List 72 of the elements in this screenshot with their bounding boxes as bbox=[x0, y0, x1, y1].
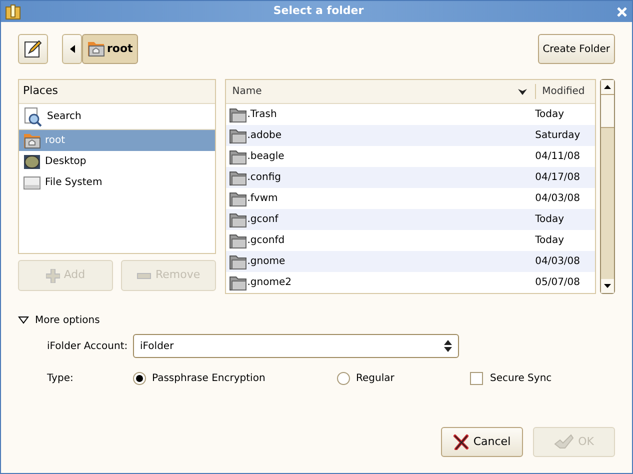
drive-icon bbox=[23, 174, 41, 190]
expander-icon[interactable] bbox=[18, 316, 29, 324]
cross-icon bbox=[453, 434, 470, 450]
modified-date: Today bbox=[535, 213, 566, 227]
radio-button[interactable] bbox=[133, 372, 146, 384]
check-icon bbox=[554, 434, 574, 450]
modified-date: 04/17/08 bbox=[535, 171, 582, 185]
sort-arrow-icon[interactable] bbox=[518, 88, 528, 94]
checkbox-label[interactable]: Secure Sync bbox=[490, 370, 552, 386]
home-folder-icon bbox=[23, 132, 41, 148]
file-name: .beagle bbox=[247, 150, 286, 164]
folder-icon bbox=[229, 148, 248, 164]
back-button[interactable] bbox=[62, 34, 82, 64]
file-row[interactable]: .config 04/17/08 bbox=[226, 167, 596, 188]
down-arrow-icon[interactable] bbox=[604, 284, 612, 288]
window-title: Select a folder bbox=[272, 3, 365, 20]
file-name: .gnome2 bbox=[247, 276, 292, 290]
pencil-note-icon bbox=[24, 40, 42, 58]
folder-icon bbox=[229, 170, 248, 186]
account-label: iFolder Account: bbox=[47, 340, 129, 354]
file-name: .Trash bbox=[247, 108, 278, 122]
up-down-arrows-icon bbox=[444, 340, 452, 352]
place-item[interactable]: Desktop bbox=[19, 151, 216, 172]
modified-date: 04/03/08 bbox=[535, 192, 582, 206]
edit-button[interactable] bbox=[18, 34, 48, 64]
folder-icon bbox=[229, 190, 248, 206]
radio-label[interactable]: Regular bbox=[356, 370, 394, 386]
plus-icon bbox=[46, 268, 60, 282]
home-folder-icon bbox=[87, 41, 105, 57]
folder-icon bbox=[229, 254, 248, 270]
file-name: .gnome bbox=[247, 255, 286, 269]
modified-date: Today bbox=[535, 234, 566, 248]
account-dropdown[interactable]: iFolder bbox=[133, 334, 459, 358]
create-folder-button[interactable]: Create Folder bbox=[538, 34, 615, 64]
column-header[interactable]: Modified bbox=[535, 84, 596, 99]
up-arrow-icon[interactable] bbox=[604, 85, 612, 89]
column-header[interactable]: Name bbox=[226, 84, 518, 99]
left-arrow-icon bbox=[70, 45, 74, 53]
modified-date: 04/03/08 bbox=[535, 255, 582, 269]
modified-date: 04/11/08 bbox=[535, 150, 582, 164]
file-name: .fvwm bbox=[247, 192, 279, 206]
path-button[interactable]: root bbox=[82, 34, 138, 64]
places-header: Places bbox=[19, 80, 216, 104]
desktop-icon bbox=[23, 154, 41, 170]
close-icon[interactable] bbox=[616, 6, 628, 18]
cancel-button[interactable]: Cancel bbox=[441, 427, 523, 457]
folder-icon bbox=[229, 212, 248, 228]
folder-icon bbox=[229, 274, 248, 290]
radio-button[interactable] bbox=[337, 372, 350, 384]
modified-date: 05/07/08 bbox=[535, 276, 582, 290]
more-options-label[interactable]: More options bbox=[35, 312, 100, 328]
file-row[interactable]: .adobe Saturday bbox=[226, 125, 596, 146]
radio-label[interactable]: Passphrase Encryption bbox=[152, 370, 266, 386]
file-name: .adobe bbox=[247, 129, 283, 143]
file-name: .gconfd bbox=[247, 234, 286, 248]
place-item[interactable]: File System bbox=[19, 172, 216, 193]
minus-icon bbox=[137, 272, 152, 278]
checkbox[interactable] bbox=[470, 372, 483, 384]
file-row[interactable]: .gconf Today bbox=[226, 209, 596, 230]
folder-icon bbox=[229, 128, 248, 144]
file-name: .config bbox=[247, 171, 282, 185]
type-label: Type: bbox=[47, 372, 74, 386]
search-icon bbox=[23, 106, 43, 126]
folder-icon bbox=[229, 106, 248, 122]
scrollbar-thumb[interactable] bbox=[601, 94, 614, 128]
modified-date: Saturday bbox=[535, 129, 582, 143]
file-name: .gconf bbox=[247, 213, 280, 227]
scrollbar[interactable] bbox=[600, 79, 615, 294]
file-row[interactable]: .gnome 04/03/08 bbox=[226, 251, 596, 272]
app-icon bbox=[5, 4, 21, 20]
modified-date: Today bbox=[535, 108, 566, 122]
folder-icon bbox=[229, 232, 248, 248]
